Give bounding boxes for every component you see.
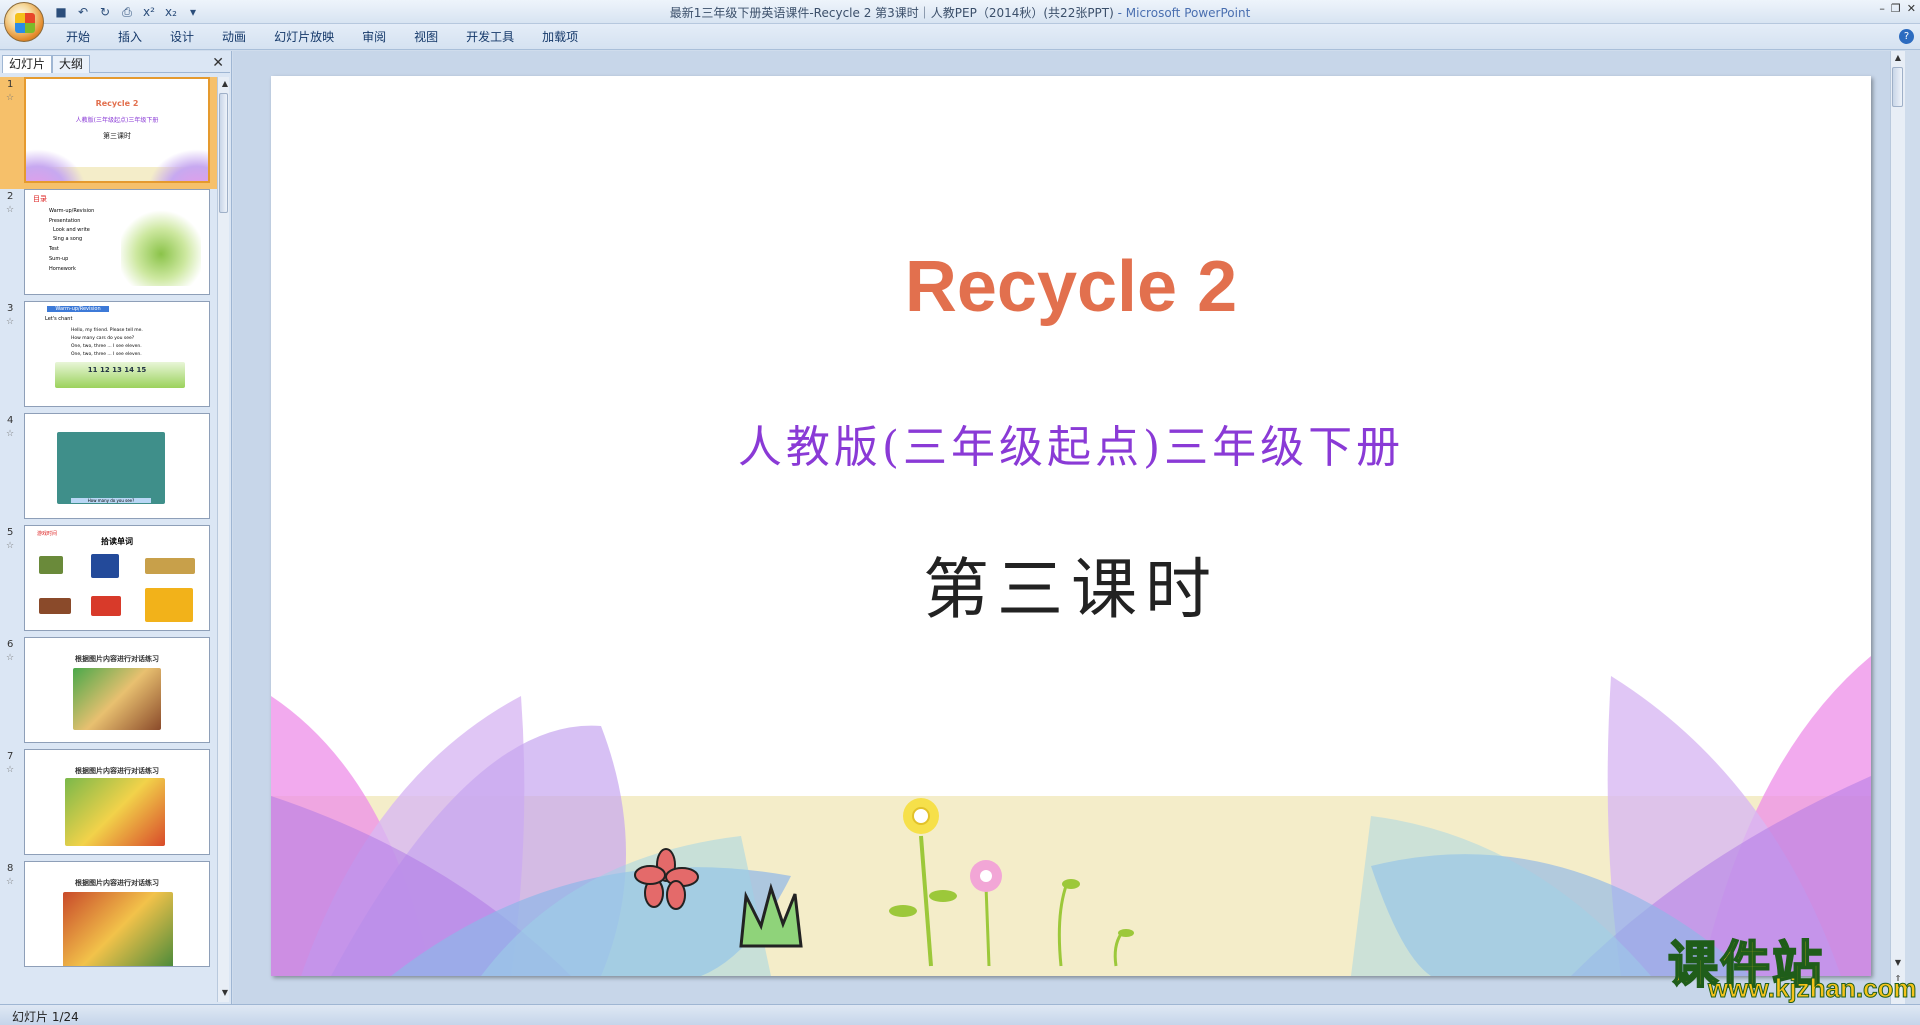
help-icon[interactable]: ? — [1899, 29, 1914, 44]
site-watermark: 课件站 www.kjzhan.com — [1667, 925, 1917, 1005]
thumb-text: One, two, three ... I see eleven. — [71, 352, 142, 357]
slide-number: 3 — [7, 303, 14, 314]
status-bar: 幻灯片 1/24 — [0, 1004, 1920, 1025]
dialogue-picture — [73, 668, 161, 730]
slide-number: 4 — [7, 415, 14, 426]
animation-star-icon: ☆ — [6, 877, 15, 887]
thumbnail-image: How many do you see? — [24, 413, 210, 519]
restore-icon[interactable]: ❐ — [1891, 2, 1901, 15]
slides-pane: 幻灯片 大纲 ✕ 1 ☆ Recycle 2 人教版(三年级起点)三年级下册 第… — [0, 51, 232, 1004]
slide-thumbnail[interactable]: 3 ☆ Warm-up/Revision Let's chant Hello, … — [0, 301, 218, 413]
title-bar: ■ ↶ ↻ ⎙ x² x₂ ▾ 最新1三年级下册英语课件-Recycle 2 第… — [0, 0, 1920, 24]
thumb-text: 根据图片内容进行对话练习 — [75, 767, 159, 775]
office-button[interactable] — [4, 2, 44, 42]
thumb-text: Warm-up/Revision — [47, 306, 109, 312]
document-title: 最新1三年级下册英语课件-Recycle 2 第3课时｜人教PEP（2014秋）… — [669, 6, 1114, 20]
thumb-text: 根据图片内容进行对话练习 — [75, 879, 159, 887]
thumb-text: One, two, three ... I see eleven. — [71, 344, 142, 349]
tab-slides[interactable]: 幻灯片 — [2, 55, 53, 73]
thumb-text: 目录 — [33, 195, 47, 203]
tab-view[interactable]: 视图 — [400, 28, 452, 46]
animation-star-icon: ☆ — [6, 205, 15, 215]
animation-star-icon: ☆ — [6, 317, 15, 327]
pane-tabs: 幻灯片 大纲 ✕ — [2, 53, 230, 73]
thumbnail-image: 游戏时间 拾读单词 — [24, 525, 210, 631]
minimize-icon[interactable]: – — [1879, 2, 1885, 15]
thumbnail-list: 1 ☆ Recycle 2 人教版(三年级起点)三年级下册 第三课时 2 ☆ 目… — [0, 77, 218, 1002]
scroll-up-icon[interactable]: ▲ — [1892, 53, 1904, 65]
thumbnail-image: 目录 Warm-up/Revision Presentation Look an… — [24, 189, 210, 295]
thumb-text: 人教版(三年级起点)三年级下册 — [75, 117, 159, 124]
slide-background-decoration — [271, 656, 1871, 976]
watermark-url: www.kjzhan.com — [1708, 973, 1918, 1004]
slide-thumbnail[interactable]: 4 ☆ How many do you see? — [0, 413, 218, 525]
animation-star-icon: ☆ — [6, 765, 15, 775]
thumb-text: 根据图片内容进行对话练习 — [75, 655, 159, 663]
slide-number: 1 — [7, 79, 14, 90]
slide-thumbnail[interactable]: 6 ☆ 根据图片内容进行对话练习 — [0, 637, 218, 749]
thumb-text: How many cars do you see? — [71, 336, 135, 341]
thumbnail-image: Warm-up/Revision Let's chant Hello, my f… — [24, 301, 210, 407]
window-title: 最新1三年级下册英语课件-Recycle 2 第3课时｜人教PEP（2014秋）… — [0, 4, 1920, 21]
scroll-up-icon[interactable]: ▲ — [219, 79, 231, 91]
slide-thumbnail[interactable]: 7 ☆ 根据图片内容进行对话练习 — [0, 749, 218, 861]
slide-thumbnail[interactable]: 2 ☆ 目录 Warm-up/Revision Presentation Loo… — [0, 189, 218, 301]
animation-star-icon: ☆ — [6, 93, 15, 103]
slide-number: 6 — [7, 639, 14, 650]
thumb-text: Let's chant — [45, 316, 73, 322]
kids-illustration — [121, 206, 201, 286]
slide-lesson-label[interactable]: 第三课时 — [271, 536, 1871, 632]
tab-slide-show[interactable]: 幻灯片放映 — [260, 28, 348, 46]
numbers-picture — [57, 432, 165, 504]
scroll-thumb[interactable] — [219, 93, 228, 213]
scroll-down-icon[interactable]: ▼ — [219, 988, 231, 1000]
ribbon: 开始 插入 设计 动画 幻灯片放映 审阅 视图 开发工具 加载项 ? — [0, 24, 1920, 50]
ribbon-tabs: 开始 插入 设计 动画 幻灯片放映 审阅 视图 开发工具 加载项 — [52, 28, 592, 46]
thumb-text: Recycle 2 — [95, 99, 139, 108]
thumbnail-image: Recycle 2 人教版(三年级起点)三年级下册 第三课时 — [24, 77, 210, 183]
slide-number: 2 — [7, 191, 14, 202]
tab-add-ins[interactable]: 加载项 — [528, 28, 592, 46]
thumb-text: 拾读单词 — [101, 537, 133, 546]
slide-editor: Recycle 2 人教版(三年级起点)三年级下册 第三课时 ▲ ▼ ⇑ ⇓ — [233, 51, 1905, 1004]
dialogue-picture — [63, 892, 173, 966]
animation-star-icon: ☆ — [6, 541, 15, 551]
app-name: - Microsoft PowerPoint — [1113, 6, 1251, 20]
thumbnail-image: 根据图片内容进行对话练习 — [24, 637, 210, 743]
close-icon[interactable]: ✕ — [1907, 2, 1916, 15]
thumbnail-scrollbar[interactable]: ▲ ▼ — [217, 77, 229, 1002]
office-logo-icon — [15, 13, 35, 33]
thumbnail-image: 根据图片内容进行对话练习 — [24, 861, 210, 967]
slide-thumbnail[interactable]: 8 ☆ 根据图片内容进行对话练习 — [0, 861, 218, 973]
slide-thumbnail[interactable]: 5 ☆ 游戏时间 拾读单词 — [0, 525, 218, 637]
tab-home[interactable]: 开始 — [52, 28, 104, 46]
scroll-thumb[interactable] — [1892, 67, 1903, 107]
slide-scrollbar[interactable]: ▲ ▼ ⇑ ⇓ — [1890, 51, 1905, 1004]
thumb-text: 第三课时 — [103, 132, 131, 140]
slide-thumbnail[interactable]: 1 ☆ Recycle 2 人教版(三年级起点)三年级下册 第三课时 — [0, 77, 218, 189]
slide-indicator: 幻灯片 1/24 — [12, 1010, 79, 1024]
tab-animations[interactable]: 动画 — [208, 28, 260, 46]
slide-subtitle[interactable]: 人教版(三年级起点)三年级下册 — [271, 411, 1871, 475]
current-slide[interactable]: Recycle 2 人教版(三年级起点)三年级下册 第三课时 — [271, 76, 1871, 976]
animation-star-icon: ☆ — [6, 653, 15, 663]
window-controls: – ❐ ✕ — [1879, 2, 1916, 15]
tab-insert[interactable]: 插入 — [104, 28, 156, 46]
thumb-text: Hello, my friend. Please tell me. — [71, 328, 143, 333]
tab-outline[interactable]: 大纲 — [52, 55, 91, 73]
thumbnail-image: 根据图片内容进行对话练习 — [24, 749, 210, 855]
close-pane-icon[interactable]: ✕ — [212, 55, 224, 71]
thumb-text: How many do you see? — [71, 498, 151, 503]
animation-star-icon: ☆ — [6, 429, 15, 439]
slide-number: 5 — [7, 527, 14, 538]
slide-title[interactable]: Recycle 2 — [271, 246, 1871, 328]
tab-design[interactable]: 设计 — [156, 28, 208, 46]
slide-number: 7 — [7, 751, 14, 762]
slide-number: 8 — [7, 863, 14, 874]
dialogue-picture — [65, 778, 165, 846]
tab-review[interactable]: 审阅 — [348, 28, 400, 46]
tab-developer[interactable]: 开发工具 — [452, 28, 528, 46]
thumb-text: 11 12 13 14 15 — [87, 366, 147, 374]
